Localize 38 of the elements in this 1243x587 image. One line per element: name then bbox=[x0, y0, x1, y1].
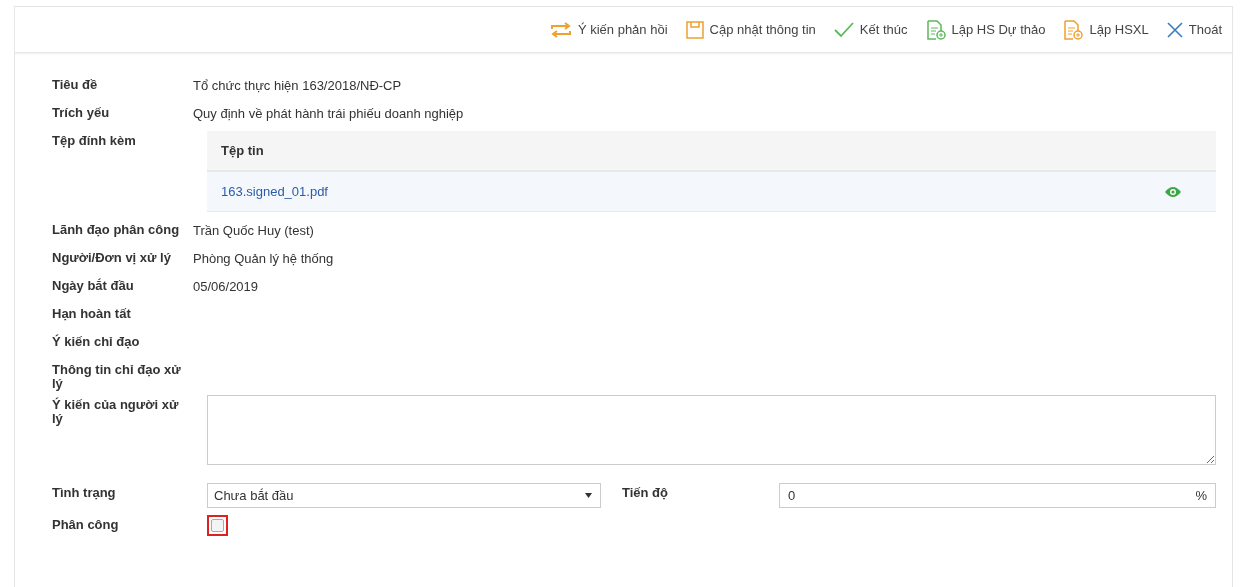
eye-icon[interactable] bbox=[1164, 185, 1182, 198]
save-icon bbox=[685, 20, 704, 39]
toolbar-button[interactable]: Ý kiến phản hồi bbox=[549, 21, 668, 38]
document-plus-icon bbox=[925, 19, 946, 40]
field-label: Trích yếu bbox=[52, 104, 111, 122]
field-label: Hạn hoàn tất bbox=[52, 305, 132, 323]
field-label: Phân công bbox=[52, 516, 120, 534]
toolbar-button[interactable]: Thoát bbox=[1166, 21, 1222, 38]
assign-checkbox[interactable] bbox=[211, 519, 224, 532]
field-label: Lãnh đạo phân công bbox=[52, 221, 181, 239]
field-label: Tình trạng bbox=[52, 484, 117, 502]
close-icon bbox=[1166, 21, 1183, 38]
table-header: Tệp tin bbox=[207, 131, 1216, 172]
field-label: Người/Đơn vị xử lý bbox=[52, 249, 172, 267]
field-label: Ý kiến chỉ đạo bbox=[52, 333, 141, 351]
toolbar-button[interactable]: Cập nhật thông tin bbox=[685, 20, 816, 39]
field-label: Tiêu đề bbox=[52, 76, 99, 94]
field-value: Tổ chức thực hiện 163/2018/NĐ-CP bbox=[193, 78, 402, 93]
toolbar-button[interactable]: Lập HSXL bbox=[1063, 19, 1149, 40]
check-icon bbox=[833, 21, 854, 38]
status-dropdown[interactable]: Chưa bắt đầu bbox=[207, 483, 601, 508]
field-label: Tệp đính kèm bbox=[52, 132, 137, 150]
field-value: Quy định về phát hành trái phiếu doanh nghiệp bbox=[193, 106, 464, 121]
document-plus-icon bbox=[1063, 19, 1084, 40]
progress-field[interactable]: 0 % bbox=[779, 483, 1216, 508]
toolbar-button[interactable]: Lập HS Dự thảo bbox=[925, 19, 1046, 40]
text-area[interactable] bbox=[207, 395, 1216, 465]
field-value: Trần Quốc Huy (test) bbox=[193, 223, 314, 238]
field-label: Ý kiến của người xử lý bbox=[52, 396, 180, 428]
file-link[interactable]: 163.signed_01.pdf bbox=[221, 184, 328, 199]
caret-icon bbox=[585, 493, 592, 498]
field-label: Thông tin chỉ đạo xử lý bbox=[52, 361, 182, 391]
field-value: 05/06/2019 bbox=[193, 279, 259, 294]
field-value: Phòng Quản lý hệ thống bbox=[193, 251, 334, 266]
field-label: Tiến độ bbox=[621, 484, 669, 500]
toolbar-button[interactable]: Kết thúc bbox=[833, 21, 908, 38]
field-label: Ngày bắt đầu bbox=[52, 277, 135, 295]
swap-arrows-icon bbox=[549, 21, 572, 38]
